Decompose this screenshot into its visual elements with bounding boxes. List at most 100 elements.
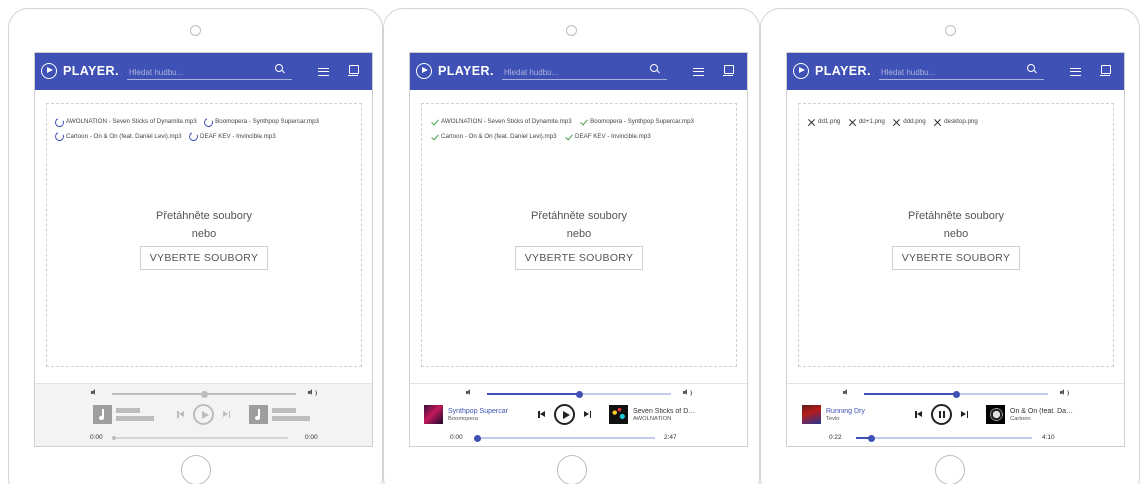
file-dropzone[interactable]: AWOLNATION - Seven Sticks of Dynamite.mp…	[421, 103, 737, 367]
file-name: AWOLNATION - Seven Sticks of Dynamite.mp…	[441, 118, 572, 125]
file-name: dd1.png	[818, 118, 841, 125]
or-text: nebo	[943, 228, 969, 240]
time-current: 0:22	[829, 434, 842, 441]
file-dropzone[interactable]: dd1.png dd+1.png ddd.png desktop.png Pře…	[798, 103, 1114, 367]
skip-next-icon[interactable]	[961, 411, 969, 418]
menu-icon[interactable]	[318, 68, 329, 76]
brand-logo[interactable]: PLAYER.	[416, 63, 494, 79]
or-text: nebo	[191, 228, 217, 240]
prev-track[interactable]	[93, 405, 154, 424]
brand-name: PLAYER.	[815, 64, 871, 78]
volume-high-icon	[1060, 389, 1069, 396]
menu-icon[interactable]	[693, 68, 704, 76]
search-icon[interactable]	[275, 64, 284, 73]
progress-thumb[interactable]	[868, 434, 876, 442]
prev-track[interactable]: Synthpop Supercar Boomopera	[424, 405, 512, 424]
skip-next-icon[interactable]	[223, 411, 231, 418]
close-icon	[933, 118, 942, 127]
track-artist: Tevlo	[826, 415, 840, 422]
search-icon[interactable]	[650, 64, 659, 73]
skip-next-icon[interactable]	[584, 411, 592, 418]
file-item: Boomopera - Synthpop Supercar.mp3	[202, 115, 319, 129]
search-input[interactable]	[879, 64, 1019, 81]
progress-thumb[interactable]	[473, 434, 481, 442]
track-title: On & On (feat. Dani...	[1010, 407, 1074, 415]
player-bar: Running Dry Tevlo On & On (feat. Dani...…	[787, 383, 1124, 446]
playback-controls	[538, 404, 592, 425]
skip-previous-icon[interactable]	[177, 411, 185, 418]
upload-icon[interactable]	[348, 65, 359, 77]
volume-fill	[864, 393, 956, 395]
next-track[interactable]: On & On (feat. Dani... Cartoon	[986, 405, 1074, 424]
volume-low-icon	[843, 389, 851, 396]
app-screen: PLAYER. AWOLNATION - Seven Sticks of Dyn…	[409, 52, 748, 447]
file-item: dd+1.png	[848, 115, 885, 129]
file-name: desktop.png	[944, 118, 978, 125]
progress-slider[interactable]	[473, 434, 655, 442]
file-name: Boomopera - Synthpop Supercar.mp3	[590, 118, 694, 125]
pause-button[interactable]	[931, 404, 952, 425]
progress-thumb[interactable]	[112, 436, 116, 440]
progress-slider[interactable]	[856, 434, 1032, 442]
volume-slider[interactable]	[112, 390, 296, 398]
track-artist: AWOLNATION	[633, 415, 672, 422]
prev-track[interactable]: Running Dry Tevlo	[802, 405, 890, 424]
camera	[566, 25, 577, 36]
spinner-icon	[53, 130, 66, 143]
close-icon	[848, 118, 857, 127]
tablet-uploading: PLAYER. AWOLNATION - Seven Sticks of Dyn…	[8, 8, 383, 484]
playback-controls	[177, 404, 231, 425]
volume-thumb[interactable]	[575, 390, 583, 398]
track-info: Seven Sticks of Dy... AWOLNATION	[633, 408, 697, 422]
play-button[interactable]	[554, 404, 575, 425]
app-bar: PLAYER.	[35, 53, 372, 90]
skip-previous-icon[interactable]	[538, 411, 546, 418]
search-icon[interactable]	[1027, 64, 1036, 73]
next-track[interactable]	[249, 405, 310, 424]
volume-fill	[112, 393, 204, 395]
file-name: Boomopera - Synthpop Supercar.mp3	[215, 118, 319, 125]
search-input[interactable]	[502, 64, 642, 81]
track-artist: Boomopera	[448, 415, 478, 422]
upload-icon[interactable]	[723, 65, 734, 77]
upload-icon[interactable]	[1100, 65, 1111, 77]
spinner-icon	[53, 116, 66, 128]
volume-high-icon	[308, 389, 317, 396]
search-box	[502, 62, 667, 81]
next-track[interactable]: Seven Sticks of Dy... AWOLNATION	[609, 405, 697, 424]
track-cover	[609, 405, 628, 424]
home-button	[556, 455, 587, 484]
track-artist: Cartoon	[1010, 415, 1031, 422]
file-item: DEAF KEV - Invincible.mp3	[187, 130, 276, 144]
file-item: dd1.png	[807, 115, 840, 129]
search-input[interactable]	[127, 64, 267, 81]
track-cover	[986, 405, 1005, 424]
volume-slider[interactable]	[864, 390, 1048, 398]
volume-slider[interactable]	[487, 390, 671, 398]
app-bar: PLAYER.	[410, 53, 747, 90]
select-files-button[interactable]: VYBERTE SOUBORY	[514, 246, 644, 270]
play-button[interactable]	[193, 404, 214, 425]
menu-icon[interactable]	[1070, 68, 1081, 76]
track-title: Seven Sticks of Dy...	[633, 407, 697, 415]
brand-logo[interactable]: PLAYER.	[793, 63, 871, 79]
skip-previous-icon[interactable]	[915, 411, 923, 418]
file-name: Cartoon - On & On (feat. Daniel Levi).mp…	[66, 132, 182, 140]
file-name: dd+1.png	[858, 118, 885, 125]
select-files-button[interactable]: VYBERTE SOUBORY	[891, 246, 1021, 270]
volume-thumb[interactable]	[952, 390, 960, 398]
file-dropzone[interactable]: AWOLNATION - Seven Sticks of Dynamite.mp…	[46, 103, 362, 367]
track-info: Running Dry Tevlo	[826, 408, 890, 422]
progress-slider[interactable]	[112, 436, 288, 440]
home-button	[180, 455, 211, 484]
file-item: Cartoon - On & On (feat. Daniel Levi).mp…	[430, 130, 557, 144]
music-note-icon	[255, 409, 262, 420]
brand-logo[interactable]: PLAYER.	[41, 63, 119, 79]
player-bar: 0:00 0:00	[35, 383, 372, 446]
volume-thumb[interactable]	[200, 390, 208, 398]
tablet-rejected: PLAYER. dd1.png dd+1.png ddd.png desktop…	[760, 8, 1140, 484]
drop-text: Přetáhněte soubory	[907, 210, 1004, 222]
tablet-uploaded: PLAYER. AWOLNATION - Seven Sticks of Dyn…	[383, 8, 760, 484]
select-files-button[interactable]: VYBERTE SOUBORY	[139, 246, 269, 270]
brand-name: PLAYER.	[63, 64, 119, 78]
